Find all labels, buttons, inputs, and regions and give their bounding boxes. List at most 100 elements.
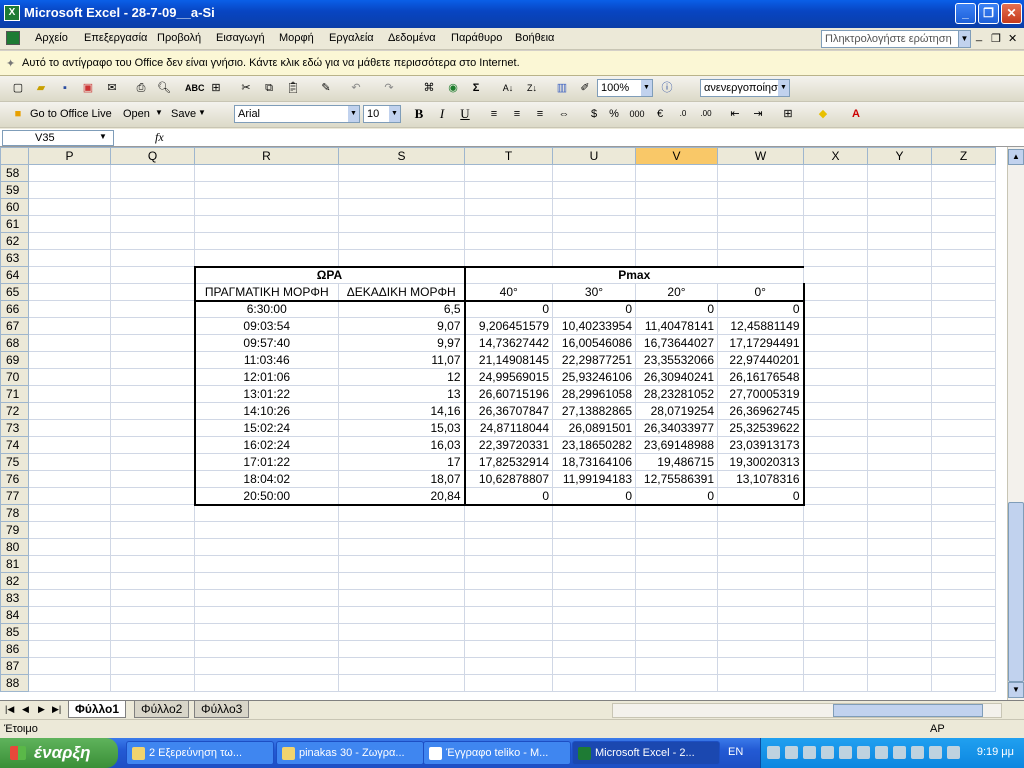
cell[interactable] <box>803 164 868 182</box>
column-header-t[interactable]: T <box>464 147 553 165</box>
cell[interactable] <box>931 572 996 590</box>
cell[interactable] <box>194 538 339 556</box>
cell[interactable] <box>552 504 636 522</box>
cell[interactable]: 0 <box>635 300 718 318</box>
cell[interactable] <box>338 164 465 182</box>
column-header-q[interactable]: Q <box>110 147 195 165</box>
start-button[interactable]: έναρξη <box>0 738 118 768</box>
prev-sheet-icon[interactable]: ◀ <box>22 704 29 715</box>
cell[interactable]: 13,1078316 <box>717 470 805 488</box>
cell[interactable]: 13:01:22 <box>193 385 339 403</box>
open-folder-icon[interactable]: ▰ <box>33 80 49 96</box>
percent-icon[interactable]: % <box>606 106 622 122</box>
cell[interactable] <box>28 470 111 488</box>
cell[interactable] <box>338 674 465 692</box>
cell[interactable] <box>110 368 195 386</box>
font-name-select[interactable]: Arial ▼ <box>234 105 360 123</box>
cell[interactable]: 20° <box>635 283 718 302</box>
cell[interactable] <box>717 249 804 267</box>
chart-wizard-icon[interactable]: ▥ <box>554 80 570 96</box>
cell[interactable] <box>803 368 868 386</box>
row-header[interactable]: 65 <box>0 283 29 301</box>
row-header[interactable]: 72 <box>0 402 29 420</box>
chevron-down-icon[interactable]: ▼ <box>198 108 206 117</box>
cut-icon[interactable]: ✂ <box>238 80 254 96</box>
cell[interactable] <box>464 589 553 607</box>
cell[interactable] <box>464 215 553 233</box>
cell[interactable] <box>717 521 804 539</box>
row-header[interactable]: 80 <box>0 538 29 556</box>
cell[interactable]: 26,36707847 <box>463 402 553 420</box>
increase-decimal-icon[interactable]: .0 <box>675 106 691 122</box>
cell[interactable] <box>717 538 804 556</box>
cell[interactable] <box>717 674 804 692</box>
cell[interactable] <box>28 198 111 216</box>
row-header[interactable]: 79 <box>0 521 29 539</box>
cell[interactable] <box>867 334 932 352</box>
cell[interactable] <box>717 606 804 624</box>
sort-ascending-icon[interactable]: A↓ <box>500 80 516 96</box>
cell[interactable] <box>28 606 111 624</box>
next-sheet-icon[interactable]: ▶ <box>38 704 45 715</box>
cell[interactable] <box>110 164 195 182</box>
sheet-tab-2[interactable]: Φύλλο2 <box>134 701 190 718</box>
align-left-icon[interactable]: ≡ <box>486 106 502 122</box>
cell[interactable] <box>931 300 996 318</box>
cell[interactable] <box>464 623 553 641</box>
cell[interactable] <box>867 266 932 284</box>
cell[interactable] <box>803 232 868 250</box>
cell[interactable] <box>110 589 195 607</box>
cell[interactable] <box>931 249 996 267</box>
cell[interactable] <box>552 674 636 692</box>
print-preview-icon[interactable]: 🔍︎ <box>156 80 172 96</box>
cell[interactable] <box>867 674 932 692</box>
cell[interactable] <box>803 640 868 658</box>
cell[interactable] <box>338 181 465 199</box>
cell[interactable] <box>803 351 868 369</box>
permission-icon[interactable]: ▣ <box>80 80 96 96</box>
cell[interactable] <box>803 198 868 216</box>
cell[interactable] <box>931 334 996 352</box>
cell[interactable] <box>803 334 868 352</box>
cell[interactable] <box>552 249 636 267</box>
cell[interactable] <box>867 385 932 403</box>
cell[interactable] <box>110 606 195 624</box>
excel-icon[interactable]: X <box>4 5 20 21</box>
cell[interactable] <box>338 232 465 250</box>
cell[interactable] <box>110 181 195 199</box>
cell[interactable] <box>110 470 195 488</box>
cell[interactable]: 13 <box>338 385 466 403</box>
cell[interactable] <box>194 521 339 539</box>
cell[interactable] <box>464 521 553 539</box>
cell[interactable]: 40° <box>463 283 553 302</box>
cell[interactable] <box>867 181 932 199</box>
cell[interactable] <box>931 657 996 675</box>
close-button[interactable]: ✕ <box>1001 3 1022 24</box>
row-header[interactable]: 67 <box>0 317 29 335</box>
cell[interactable] <box>28 572 111 590</box>
task-paint[interactable]: pinakas 30 - Ζωγρα... <box>276 741 424 765</box>
cell[interactable]: 6:30:00 <box>193 300 339 318</box>
cell[interactable] <box>803 606 868 624</box>
increase-indent-icon[interactable]: ⇥ <box>750 106 766 122</box>
infobar-text[interactable]: Αυτό το αντίγραφο του Office δεν είναι γ… <box>22 57 520 69</box>
cell[interactable] <box>717 589 804 607</box>
cell[interactable] <box>717 198 804 216</box>
autosum-icon[interactable]: Σ <box>468 80 484 96</box>
cell[interactable] <box>931 521 996 539</box>
cell[interactable] <box>28 181 111 199</box>
cell[interactable] <box>552 606 636 624</box>
row-header[interactable]: 76 <box>0 470 29 488</box>
row-header[interactable]: 86 <box>0 640 29 658</box>
vertical-scrollbar[interactable]: ▲ ▼ <box>1007 147 1024 700</box>
cell[interactable]: 17,17294491 <box>717 334 805 352</box>
cell[interactable] <box>28 164 111 182</box>
cell[interactable] <box>110 249 195 267</box>
cell[interactable] <box>867 283 932 301</box>
cell[interactable] <box>194 198 339 216</box>
save-icon[interactable]: ▪ <box>57 80 73 96</box>
cell[interactable] <box>552 640 636 658</box>
tray-icon[interactable] <box>857 746 870 759</box>
cell[interactable] <box>194 657 339 675</box>
language-indicator[interactable]: EN <box>728 746 743 758</box>
